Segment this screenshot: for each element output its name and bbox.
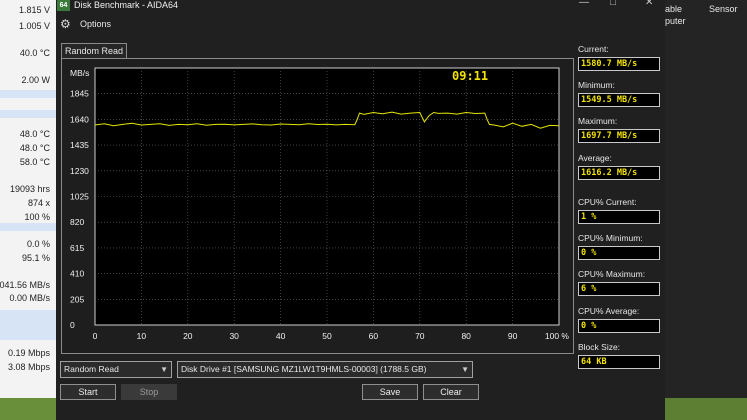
chart-x-tick-label: 90 xyxy=(508,331,518,341)
sensor-value: 100 % xyxy=(24,212,50,222)
row-highlight xyxy=(0,110,58,118)
chart-x-tick-label: 30 xyxy=(229,331,239,341)
start-button[interactable]: Start xyxy=(60,384,116,400)
desktop-background xyxy=(665,398,747,420)
save-button[interactable]: Save xyxy=(362,384,418,400)
desktop-background xyxy=(0,398,58,420)
sensor-value: 40.0 °C xyxy=(19,48,50,58)
chart-x-tick-label: 100 % xyxy=(545,331,570,341)
chart-y-ticks: 0 205 410 615 820 1025 1230 1435 1640 1845 xyxy=(70,89,89,330)
minimum-label: Minimum: xyxy=(578,80,615,90)
current-label: Current: xyxy=(578,44,609,54)
current-value: 1580.7 MB/s xyxy=(578,57,660,71)
drive-select-value: Disk Drive #1 [SAMSUNG MZ1LW1T9HMLS-0000… xyxy=(181,364,427,374)
chart-x-tick-label: 0 xyxy=(93,331,98,341)
chart-x-ticks: 0 10 20 30 40 50 60 70 80 90 100 % xyxy=(93,331,570,341)
chart-x-tick-label: 10 xyxy=(137,331,147,341)
block-size-label: Block Size: xyxy=(578,342,621,352)
chart-x-tick-label: 20 xyxy=(183,331,193,341)
cpu-maximum-label: CPU% Maximum: xyxy=(578,269,646,279)
test-type-value: Random Read xyxy=(64,364,119,374)
sensor-value: 041.56 MB/s xyxy=(0,280,50,290)
chart-y-tick-label: 1230 xyxy=(70,166,89,176)
chart-x-tick-label: 70 xyxy=(415,331,425,341)
average-value: 1616.2 MB/s xyxy=(578,166,660,180)
background-label: able xyxy=(665,4,683,14)
drive-select[interactable]: Disk Drive #1 [SAMSUNG MZ1LW1T9HMLS-0000… xyxy=(177,361,473,378)
sensor-value: 48.0 °C xyxy=(19,129,50,139)
chart-y-tick-label: 410 xyxy=(70,269,84,279)
chart-y-axis-label: MB/s xyxy=(70,68,89,78)
sensor-value: 0.0 % xyxy=(26,239,50,249)
row-highlight xyxy=(0,90,58,98)
sensor-value: 3.08 Mbps xyxy=(7,362,50,372)
chart-y-tick-label: 1025 xyxy=(70,192,89,202)
chart-time-label: 09:11 xyxy=(452,69,488,83)
dropdown-arrow-icon: ▼ xyxy=(160,365,168,374)
chart-y-tick-label: 1845 xyxy=(70,89,89,99)
row-highlight xyxy=(0,310,58,340)
sensor-value: 2.00 W xyxy=(21,75,50,85)
sensor-value: 95.1 % xyxy=(21,253,50,263)
chart-x-tick-label: 80 xyxy=(461,331,471,341)
background-label: puter xyxy=(665,16,686,26)
chart-y-tick-label: 205 xyxy=(70,294,84,304)
cpu-minimum-label: CPU% Minimum: xyxy=(578,233,643,243)
background-label: Sensor xyxy=(709,4,738,14)
sensor-value: 48.0 °C xyxy=(19,143,50,153)
clear-button[interactable]: Clear xyxy=(423,384,479,400)
row-highlight xyxy=(0,223,58,231)
cpu-average-value: 0 % xyxy=(578,319,660,333)
chart-x-tick-label: 50 xyxy=(322,331,332,341)
chart-y-tick-label: 1640 xyxy=(70,114,89,124)
sensor-value: 19093 hrs xyxy=(9,184,50,194)
sensor-value: 0.19 Mbps xyxy=(7,348,50,358)
sensor-value: 874 x xyxy=(27,198,50,208)
disk-benchmark-window: 64 Disk Benchmark - AIDA64 — □ ✕ ⚙ Optio… xyxy=(56,0,665,420)
chart-y-tick-label: 1435 xyxy=(70,140,89,150)
test-type-select[interactable]: Random Read ▼ xyxy=(60,361,172,378)
chart-y-tick-label: 820 xyxy=(70,217,84,227)
sensor-value: 1.005 V xyxy=(18,21,50,31)
cpu-minimum-value: 0 % xyxy=(578,246,660,260)
sensor-value: 0.00 MB/s xyxy=(9,293,50,303)
block-size-value: 64 KB xyxy=(578,355,660,369)
maximum-value: 1697.7 MB/s xyxy=(578,129,660,143)
chart-y-tick-label: 0 xyxy=(70,320,75,330)
chart-x-tick-label: 60 xyxy=(369,331,379,341)
average-label: Average: xyxy=(578,153,612,163)
chart-y-tick-label: 615 xyxy=(70,243,84,253)
sensor-value: 1.815 V xyxy=(18,5,50,15)
cpu-current-label: CPU% Current: xyxy=(578,197,637,207)
chart-x-tick-label: 40 xyxy=(276,331,286,341)
cpu-maximum-value: 6 % xyxy=(578,282,660,296)
sensor-value: 58.0 °C xyxy=(19,157,50,167)
minimum-value: 1549.5 MB/s xyxy=(578,93,660,107)
background-sensor-panel: 1.815 V 1.005 V 40.0 °C 2.00 W 48.0 °C 4… xyxy=(0,0,58,420)
cpu-current-value: 1 % xyxy=(578,210,660,224)
stop-button[interactable]: Stop xyxy=(121,384,177,400)
dropdown-arrow-icon: ▼ xyxy=(461,365,469,374)
cpu-average-label: CPU% Average: xyxy=(578,306,640,316)
benchmark-chart: 0 205 410 615 820 1025 1230 1435 1640 1845 0 10 20 3… xyxy=(70,67,570,341)
background-window-right: able puter Sensor xyxy=(665,0,747,420)
maximum-label: Maximum: xyxy=(578,116,618,126)
